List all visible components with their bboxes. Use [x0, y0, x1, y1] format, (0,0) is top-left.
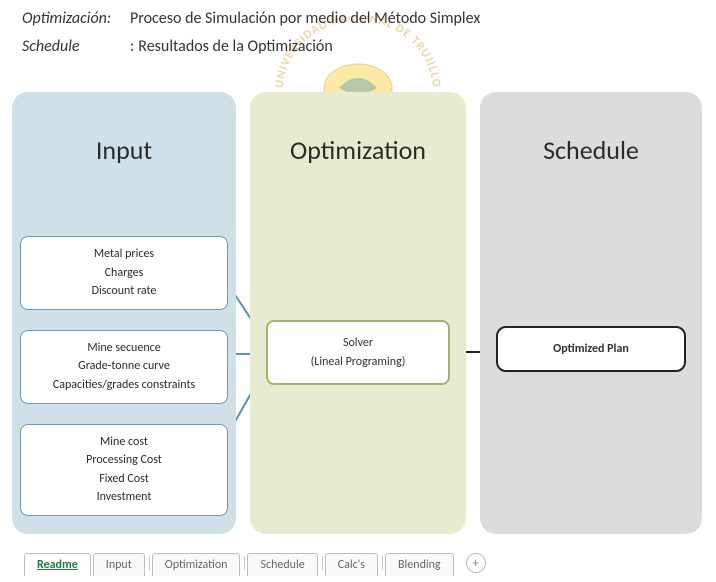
- definitions-block: Optimización: Proceso de Simulación por …: [22, 6, 694, 61]
- box-line: Mine secuence: [31, 339, 217, 358]
- box-line: Capacities/grades constraints: [31, 376, 217, 395]
- box-line: Fixed Cost: [31, 470, 217, 489]
- column-title: Schedule: [480, 134, 702, 166]
- tab-input[interactable]: Input: [93, 553, 145, 576]
- column-schedule: Schedule Optimized Plan: [480, 92, 702, 534]
- tab-separator: [322, 556, 323, 570]
- add-sheet-button[interactable]: +: [466, 553, 486, 573]
- column-title: Optimization: [250, 134, 466, 166]
- tab-separator: [382, 556, 383, 570]
- tab-schedule[interactable]: Schedule: [247, 553, 317, 576]
- optimized-plan-box: Optimized Plan: [496, 326, 686, 372]
- tab-calcs[interactable]: Calc's: [325, 553, 378, 576]
- input-box-stack: Metal prices Charges Discount rate Mine …: [20, 236, 228, 516]
- page-root: UNIVERSIDAD NACIONAL DE TRUJILLO Optimiz…: [0, 0, 716, 582]
- box-line: Metal prices: [31, 245, 217, 264]
- tab-optimization[interactable]: Optimization: [152, 553, 241, 576]
- column-input: Input Metal prices Charges Discount rate…: [12, 92, 236, 534]
- solver-box: Solver (Lineal Programing): [266, 320, 450, 385]
- def-row-schedule: Schedule : Resultados de la Optimización: [22, 34, 694, 60]
- plus-icon: +: [472, 556, 478, 571]
- input-box-mining: Mine secuence Grade-tonne curve Capaciti…: [20, 330, 228, 404]
- column-title: Input: [12, 134, 236, 166]
- def-value: Proceso de Simulación por medio del Méto…: [130, 6, 480, 32]
- box-line: (Lineal Programing): [278, 353, 438, 372]
- box-line: Discount rate: [31, 282, 217, 301]
- tab-readme[interactable]: Readme: [24, 553, 91, 576]
- box-line: Solver: [278, 334, 438, 353]
- input-box-prices: Metal prices Charges Discount rate: [20, 236, 228, 310]
- tab-separator: [149, 556, 150, 570]
- tab-separator: [244, 556, 245, 570]
- def-value: Resultados de la Optimización: [138, 34, 332, 60]
- box-line: Charges: [31, 264, 217, 283]
- box-line: Investment: [31, 488, 217, 507]
- box-line: Mine cost: [31, 433, 217, 452]
- def-term: Schedule: [22, 34, 130, 60]
- box-line: Grade-tonne curve: [31, 357, 217, 376]
- diagram-area: Input Metal prices Charges Discount rate…: [4, 92, 712, 534]
- sheet-tab-bar: Readme Input Optimization Schedule Calc'…: [24, 550, 712, 576]
- box-line: Optimized Plan: [553, 342, 629, 356]
- column-optimization: Optimization Solver (Lineal Programing): [250, 92, 466, 534]
- tab-blending[interactable]: Blending: [385, 553, 454, 576]
- def-row-optimizacion: Optimización: Proceso de Simulación por …: [22, 6, 694, 32]
- box-line: Processing Cost: [31, 451, 217, 470]
- def-sep: :: [130, 34, 134, 60]
- def-term: Optimización:: [22, 6, 130, 32]
- input-box-costs: Mine cost Processing Cost Fixed Cost Inv…: [20, 424, 228, 516]
